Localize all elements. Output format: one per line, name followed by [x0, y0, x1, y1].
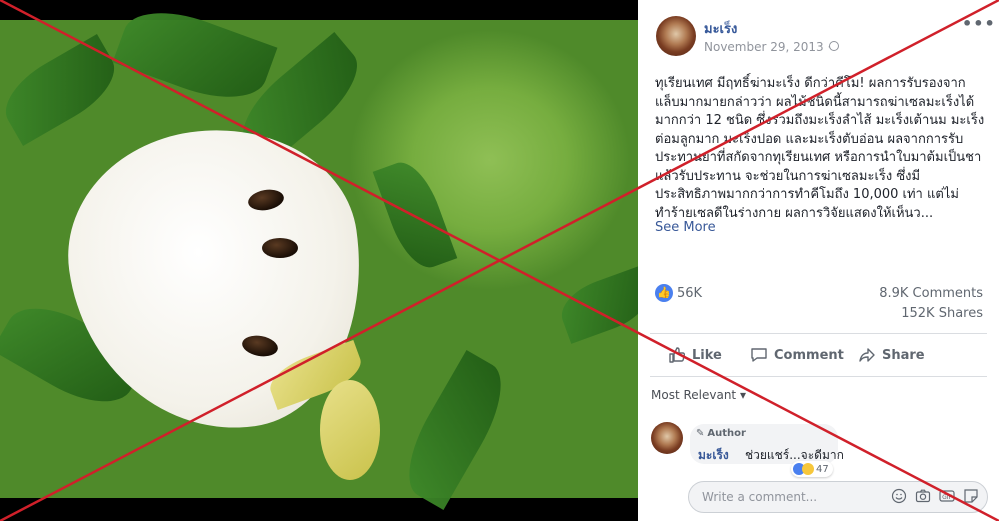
shares-count[interactable]: 152K Shares: [901, 306, 983, 321]
share-button[interactable]: Share: [858, 346, 925, 364]
emoji-icon[interactable]: [891, 488, 907, 504]
share-label: Share: [882, 347, 925, 363]
post-body: ทุเรียนเทศ มีฤทธิ์ฆ่ามะเร็ง ดีกว่าคีโม! …: [655, 76, 985, 221]
gif-icon[interactable]: GIF: [939, 488, 955, 504]
comment-reactions[interactable]: 47: [791, 461, 833, 477]
comment-icon: [751, 348, 767, 362]
post-photo[interactable]: [0, 0, 638, 521]
author-name[interactable]: มะเร็ง: [704, 18, 737, 39]
divider: [650, 376, 987, 377]
author-avatar[interactable]: [656, 16, 696, 56]
leaf: [0, 34, 127, 146]
thumbs-up-icon: [669, 347, 686, 363]
more-options-icon[interactable]: •••: [962, 14, 996, 33]
divider: [650, 333, 987, 334]
soursop-photo: [0, 0, 638, 510]
author-badge-label: Author: [707, 428, 746, 439]
comment-input[interactable]: Write a comment... GIF: [688, 481, 988, 513]
pencil-icon: ✎: [696, 428, 705, 439]
comment-sort-dropdown[interactable]: Most Relevant ▾: [651, 388, 746, 402]
leaf: [391, 350, 519, 510]
commenter-avatar[interactable]: [651, 422, 683, 454]
comment-button[interactable]: Comment: [750, 346, 844, 364]
svg-text:GIF: GIF: [942, 494, 952, 501]
camera-icon[interactable]: [915, 488, 931, 504]
post-date[interactable]: November 29, 2013 ·: [704, 40, 831, 54]
comment-label: Comment: [774, 347, 844, 363]
comment-input-icons: GIF: [891, 488, 979, 504]
yellow-leaf: [320, 380, 380, 480]
seed: [262, 238, 298, 258]
comment-placeholder: Write a comment...: [702, 490, 818, 504]
comment-author[interactable]: มะเร็ง: [698, 446, 729, 465]
reaction-count[interactable]: 56K: [677, 286, 702, 301]
like-button[interactable]: Like: [668, 346, 722, 364]
see-more-link[interactable]: See More: [655, 220, 716, 235]
comment-reaction-count: 47: [816, 463, 829, 475]
leaf: [554, 266, 638, 344]
share-icon: [859, 348, 875, 362]
comments-count[interactable]: 8.9K Comments: [879, 286, 983, 301]
like-reaction-icon: 👍: [655, 284, 673, 302]
sticker-icon[interactable]: [963, 488, 979, 504]
leaf: [372, 154, 458, 276]
post-panel: มะเร็ง November 29, 2013 · ••• ทุเรียนเท…: [638, 0, 999, 521]
haha-reaction-icon: [802, 463, 814, 475]
leaf: [112, 0, 278, 114]
globe-icon: [829, 41, 839, 51]
like-label: Like: [692, 347, 722, 363]
author-badge: ✎ Author: [696, 428, 746, 439]
